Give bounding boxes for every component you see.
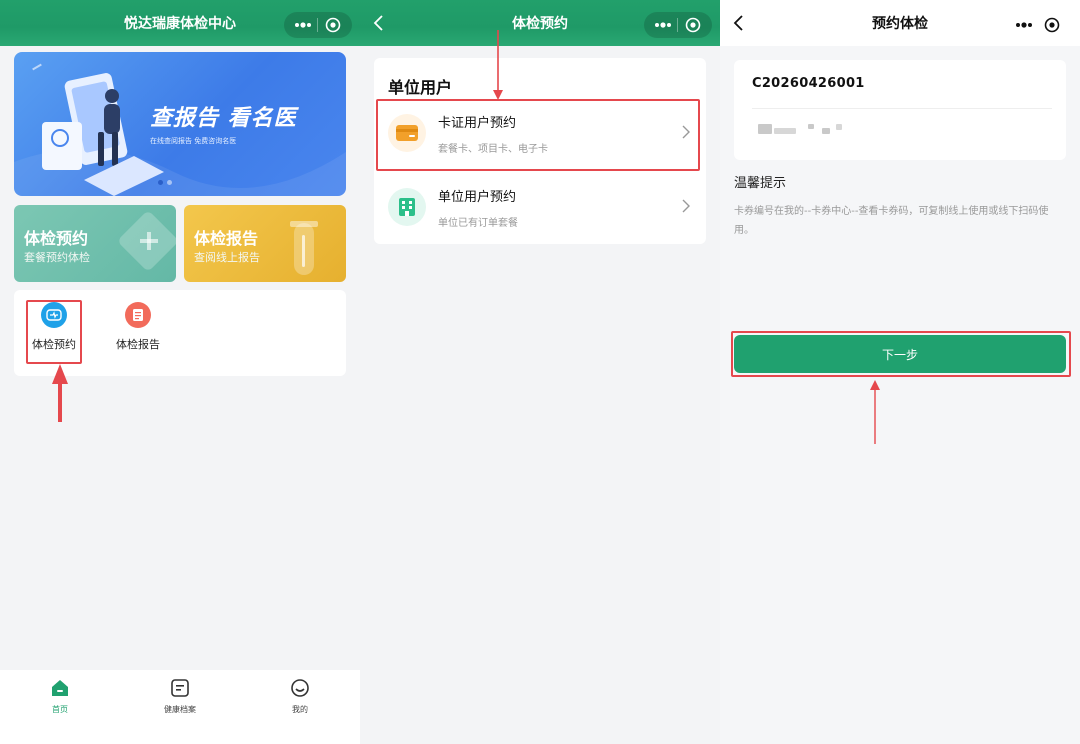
row-title: 卡证用户预约 xyxy=(438,116,517,131)
close-miniapp-icon[interactable] xyxy=(322,14,344,36)
close-miniapp-icon[interactable] xyxy=(1041,14,1063,36)
banner-pagination xyxy=(158,180,172,185)
tab-profile[interactable]: 我的 xyxy=(265,678,335,715)
building-icon xyxy=(388,188,426,226)
test-tube-icon xyxy=(290,221,318,275)
quick-booking-button[interactable]: 体检预约 xyxy=(24,302,84,352)
tab-health-record-label: 健康档案 xyxy=(164,705,196,714)
tab-health-record[interactable]: 健康档案 xyxy=(145,678,215,715)
quick-report-button[interactable]: 体检报告 xyxy=(108,302,168,352)
back-icon[interactable] xyxy=(728,12,750,34)
capsule-divider xyxy=(317,18,319,32)
banner-title: 查报告 看名医 xyxy=(150,106,297,131)
stethoscope-icon xyxy=(41,302,67,328)
report-card-title: 体检报告 xyxy=(194,229,259,248)
booking-type-screen: 体检预约 单位用户 卡证用户预约 套餐卡、项目卡、电子卡 单位用户预约 单位已有… xyxy=(360,0,720,744)
menu-capsule xyxy=(284,12,352,38)
quick-report-label: 体检报告 xyxy=(116,338,160,351)
page-title: 体检预约 xyxy=(512,16,568,32)
quick-entry-panel: 体检预约 体检报告 xyxy=(14,290,346,376)
report-card[interactable]: 体检报告 查阅线上报告 xyxy=(184,205,346,282)
row-title: 单位用户预约 xyxy=(438,190,517,205)
profile-icon xyxy=(291,679,309,697)
row-subtitle: 单位已有订单套餐 xyxy=(438,218,518,229)
pagination-dot xyxy=(167,180,172,185)
tips-text: 卡券编号在我的--卡券中心--查看卡券码，可复制线上使用或线下扫码使用。 xyxy=(734,206,1049,236)
menu-capsule xyxy=(1004,12,1072,38)
record-icon xyxy=(171,679,189,697)
tab-bar: 首页 健康档案 我的 xyxy=(0,670,360,744)
card-user-booking-item[interactable]: 卡证用户预约 套餐卡、项目卡、电子卡 xyxy=(374,98,706,168)
pointer-arrow xyxy=(870,380,880,444)
chevron-right-icon xyxy=(682,125,690,139)
report-doc-icon xyxy=(125,302,151,328)
back-icon[interactable] xyxy=(368,12,390,34)
tab-home[interactable]: 首页 xyxy=(25,678,95,715)
capsule-divider xyxy=(677,18,679,32)
company-user-booking-item[interactable]: 单位用户预约 单位已有订单套餐 xyxy=(374,172,706,242)
tab-home-label: 首页 xyxy=(52,705,68,714)
more-icon[interactable] xyxy=(652,14,674,36)
menu-capsule xyxy=(644,12,712,38)
card-info-panel: C20260426001 xyxy=(734,60,1066,160)
home-icon xyxy=(52,680,68,696)
divider xyxy=(752,108,1052,109)
page-title: 悦达瑞康体检中心 xyxy=(124,16,236,32)
more-icon[interactable] xyxy=(292,14,314,36)
nav-bar: 体检预约 xyxy=(360,0,720,46)
pagination-dot-active xyxy=(158,180,163,185)
card-icon xyxy=(388,114,426,152)
section-title: 单位用户 xyxy=(388,78,453,97)
tab-profile-label: 我的 xyxy=(292,705,308,714)
next-button[interactable]: 下一步 xyxy=(734,335,1066,373)
more-icon[interactable] xyxy=(1013,14,1035,36)
close-miniapp-icon[interactable] xyxy=(682,14,704,36)
report-card-subtitle: 查阅线上报告 xyxy=(194,251,260,264)
page-title: 预约体检 xyxy=(872,16,928,32)
booking-card-title: 体检预约 xyxy=(24,229,89,248)
booking-card-subtitle: 套餐预约体检 xyxy=(24,251,90,264)
quick-booking-label: 体检预约 xyxy=(32,338,76,351)
nav-bar: 悦达瑞康体检中心 xyxy=(0,0,360,46)
tips-title: 温馨提示 xyxy=(734,176,787,191)
booking-type-list: 单位用户 卡证用户预约 套餐卡、项目卡、电子卡 单位用户预约 单位已有订单套餐 xyxy=(374,58,706,244)
card-code: C20260426001 xyxy=(752,76,865,91)
home-screen: 悦达瑞康体检中心 查报告 看名医 在线查阅报告 免费咨询名医 体检预约 套餐预约… xyxy=(0,0,360,744)
booking-card[interactable]: 体检预约 套餐预约体检 xyxy=(14,205,176,282)
medical-cross-icon xyxy=(119,212,176,270)
chevron-right-icon xyxy=(682,199,690,213)
banner-subtitle: 在线查阅报告 免费咨询名医 xyxy=(150,137,237,145)
confirm-booking-screen: 预约体检 C20260426001 温馨提示 卡券编号在我的--卡券中心--查看… xyxy=(720,0,1080,744)
promo-banner[interactable]: 查报告 看名医 在线查阅报告 免费咨询名医 xyxy=(14,52,346,196)
nav-bar: 预约体检 xyxy=(720,0,1080,46)
row-subtitle: 套餐卡、项目卡、电子卡 xyxy=(438,144,548,155)
